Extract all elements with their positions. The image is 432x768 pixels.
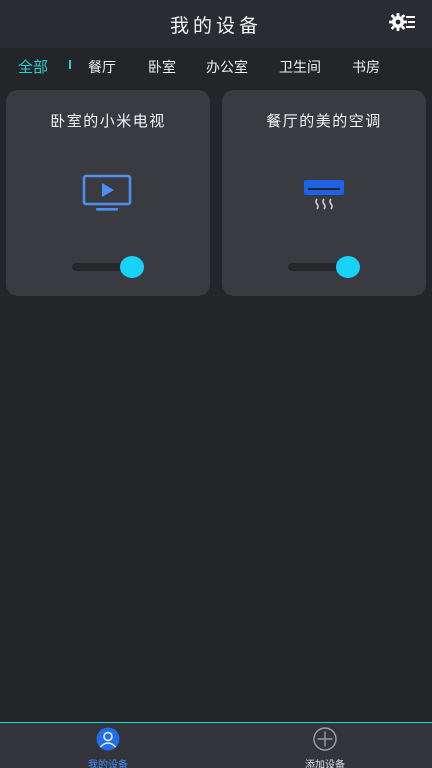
plus-circle-icon <box>313 727 337 751</box>
air-conditioner-icon <box>304 180 344 210</box>
tab-dining-room[interactable]: 餐厅 <box>88 57 116 77</box>
header-bar: 我的设备 <box>0 0 432 48</box>
bottom-nav: 我的设备 添加设备 <box>0 722 432 768</box>
toggle-knob <box>120 256 144 278</box>
nav-my-devices-label: 我的设备 <box>88 760 128 768</box>
tab-office[interactable]: 办公室 <box>206 57 248 77</box>
device-card-tv[interactable]: 卧室的小米电视 <box>6 90 210 296</box>
room-tabs: 全部 餐厅 卧室 办公室 卫生间 书房 <box>0 48 432 86</box>
app-root: 我的设备 全部 餐厅 卧室 办公室 卫生间 书房 卧室的小米电视 餐厅的美的空调… <box>0 0 432 768</box>
nav-add-device[interactable]: 添加设备 <box>280 727 370 768</box>
toggle-knob <box>336 256 360 278</box>
tab-study[interactable]: 书房 <box>352 57 380 77</box>
nav-add-device-label: 添加设备 <box>305 760 345 768</box>
user-avatar-icon <box>96 727 120 751</box>
power-toggle[interactable] <box>288 256 362 278</box>
tv-play-icon <box>82 174 132 211</box>
settings-icon[interactable] <box>388 10 416 34</box>
device-name: 餐厅的美的空调 <box>266 112 382 130</box>
tab-bathroom[interactable]: 卫生间 <box>279 57 321 77</box>
power-toggle[interactable] <box>72 256 146 278</box>
tab-bedroom[interactable]: 卧室 <box>148 57 176 77</box>
tab-separator <box>69 60 71 69</box>
tab-all[interactable]: 全部 <box>18 56 48 77</box>
nav-my-devices[interactable]: 我的设备 <box>63 727 153 768</box>
device-card-air-conditioner[interactable]: 餐厅的美的空调 <box>222 90 426 296</box>
device-name: 卧室的小米电视 <box>50 112 166 130</box>
gear-list-icon <box>389 13 415 31</box>
page-title: 我的设备 <box>169 14 262 37</box>
